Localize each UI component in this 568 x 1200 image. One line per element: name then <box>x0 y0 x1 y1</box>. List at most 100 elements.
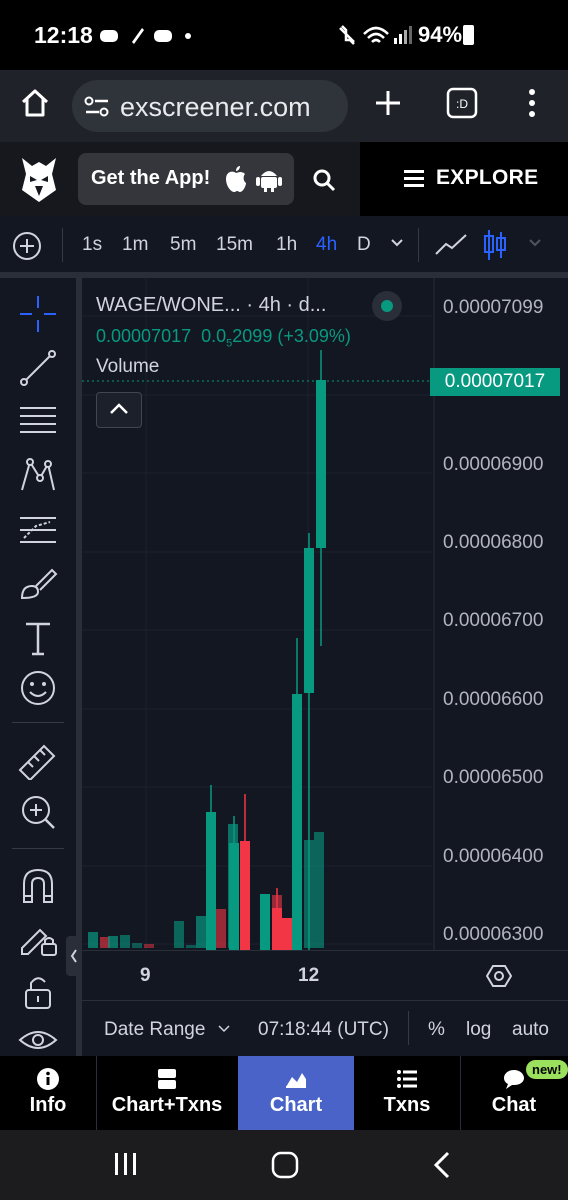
trend-line-icon[interactable] <box>14 348 62 388</box>
volume-bar <box>120 935 130 948</box>
timeframe-4h[interactable]: 4h <box>316 234 337 256</box>
back-icon[interactable] <box>430 1150 454 1180</box>
info-icon <box>37 1068 59 1090</box>
status-bar: 12:18 94% <box>0 0 568 70</box>
tab-switcher-icon[interactable]: :D <box>446 87 478 119</box>
tab-txns[interactable]: Txns <box>354 1056 460 1130</box>
axis-settings-icon[interactable] <box>486 963 512 989</box>
volume-bar <box>174 921 184 948</box>
time-axis[interactable]: 9 12 <box>82 950 568 1001</box>
list-icon <box>397 1070 417 1088</box>
chevron-down-icon[interactable] <box>218 1025 230 1033</box>
volume-bar <box>216 909 226 948</box>
tab-chart-txns-label: Chart+Txns <box>111 1094 223 1116</box>
site-settings-icon[interactable] <box>84 96 110 118</box>
timeframe-1d[interactable]: D <box>357 234 371 256</box>
brush-icon[interactable] <box>14 564 62 604</box>
timeframe-dropdown-icon[interactable] <box>390 238 404 248</box>
candle-body <box>292 694 302 950</box>
candle-body <box>229 843 239 950</box>
ruler-icon[interactable] <box>14 740 62 780</box>
chevron-left-icon <box>70 949 77 963</box>
chart-footer: Date Range 07:18:44 (UTC) % log auto <box>82 1000 568 1057</box>
price-label: 0.00006900 <box>443 454 544 475</box>
forecast-icon[interactable] <box>14 510 62 550</box>
tab-chart-txns[interactable]: Chart+Txns <box>96 1056 238 1130</box>
pattern-icon[interactable] <box>14 456 62 496</box>
collapse-legend-button[interactable] <box>96 392 142 428</box>
price-chart[interactable]: WAGE/WONE... · 4h · d... 0.00007017 0.05… <box>82 278 568 950</box>
price-label: 0.00006300 <box>443 924 544 945</box>
url-bar[interactable]: exscreener.com <box>72 80 348 132</box>
system-icons <box>339 25 412 45</box>
emoji-icon[interactable] <box>14 668 62 708</box>
get-app-button[interactable]: Get the App! <box>78 153 294 205</box>
date-range-button[interactable]: Date Range <box>104 1019 205 1041</box>
last-price-tag: 0.00007017 <box>430 368 560 396</box>
chart-type-dropdown-icon[interactable] <box>528 238 542 248</box>
utc-clock[interactable]: 07:18:44 (UTC) <box>258 1019 389 1041</box>
time-label-12: 12 <box>298 965 320 986</box>
auto-scale-toggle[interactable]: auto <box>512 1019 549 1041</box>
candle-body <box>282 918 292 950</box>
symbol-title[interactable]: WAGE/WONE... · 4h · d... <box>96 294 326 317</box>
tools-divider <box>12 848 64 849</box>
timeframe-1s[interactable]: 1s <box>82 234 102 256</box>
candle-chart-type-icon[interactable] <box>482 228 508 262</box>
add-indicator-icon[interactable] <box>12 231 42 261</box>
time-label-9: 9 <box>140 965 151 986</box>
tab-chat[interactable]: Chat new! <box>460 1056 568 1130</box>
hamburger-icon <box>404 170 424 187</box>
explore-button[interactable]: EXPLORE <box>360 142 568 216</box>
tab-chart[interactable]: Chart <box>238 1056 354 1130</box>
candle-body <box>304 548 314 693</box>
search-icon[interactable] <box>312 168 336 192</box>
tools-divider <box>12 722 64 723</box>
more-menu-icon[interactable] <box>524 87 540 119</box>
log-scale-toggle[interactable]: log <box>466 1019 491 1041</box>
timeframe-1h[interactable]: 1h <box>276 234 297 256</box>
market-status[interactable] <box>372 291 402 321</box>
tab-chat-label: Chat <box>491 1094 537 1116</box>
chart-icon <box>286 1073 306 1088</box>
nav-home-icon[interactable] <box>270 1150 300 1180</box>
price-label: 0.00006400 <box>443 846 544 867</box>
status-dot-icon <box>381 300 393 312</box>
footer-divider <box>408 1011 409 1045</box>
collapse-toolbar-handle[interactable] <box>66 936 82 976</box>
timeframe-15m[interactable]: 15m <box>216 234 253 256</box>
percent-scale-toggle[interactable]: % <box>428 1019 445 1041</box>
lock-drawing-icon[interactable] <box>14 918 62 958</box>
tab-info[interactable]: Info <box>0 1056 96 1130</box>
candle-body <box>316 380 326 548</box>
text-tool-icon[interactable] <box>14 618 62 658</box>
recents-icon[interactable] <box>112 1150 140 1178</box>
timeframe-1m[interactable]: 1m <box>122 234 148 256</box>
app-header: Get the App! EXPLORE <box>0 142 568 216</box>
explore-label: EXPLORE <box>436 166 539 189</box>
price-change-row: 0.00007017 0.052099 (+3.09%) <box>96 326 351 350</box>
status-time: 12:18 <box>34 22 93 48</box>
volume-bar <box>314 832 324 948</box>
battery-level: 94% <box>418 22 463 47</box>
candle-body <box>206 812 216 950</box>
drawing-toolbar <box>0 278 82 1056</box>
magnet-icon[interactable] <box>14 866 62 906</box>
volume-bar <box>196 916 206 948</box>
candle-body <box>240 841 250 950</box>
split-icon <box>158 1069 176 1089</box>
timeframe-5m[interactable]: 5m <box>170 234 196 256</box>
crosshair-icon[interactable] <box>14 294 62 334</box>
price-label: 0.00007099 <box>443 297 544 318</box>
android-icon <box>256 171 282 192</box>
volume-label: Volume <box>96 356 160 377</box>
url-text: exscreener.com <box>120 92 311 122</box>
logo-icon[interactable] <box>18 154 60 204</box>
zoom-in-icon[interactable] <box>14 792 62 832</box>
fib-retracement-icon[interactable] <box>14 402 62 442</box>
line-chart-type-icon[interactable] <box>434 232 468 258</box>
price-label: 0.00006700 <box>443 610 544 631</box>
new-tab-icon[interactable] <box>373 88 403 118</box>
home-icon[interactable] <box>20 88 50 118</box>
unlock-icon[interactable] <box>14 972 62 1012</box>
